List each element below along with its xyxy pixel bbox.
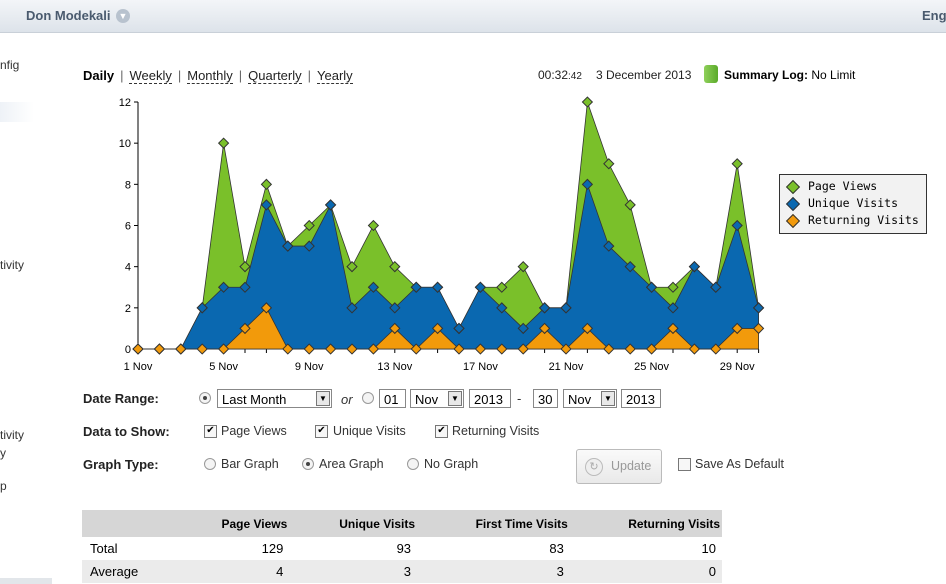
y-tick-label: 2 <box>125 303 131 315</box>
returning-visits-option[interactable]: Returning Visits <box>452 424 539 438</box>
x-tick-label: 5 Nov <box>209 361 238 373</box>
unique-visits-option[interactable]: Unique Visits <box>333 424 406 438</box>
table-cell: 0 <box>569 560 722 583</box>
chart-legend: Page Views Unique Visits Returning Visit… <box>779 174 927 234</box>
stats-header-first-time-visits: First Time Visits <box>417 510 570 537</box>
y-tick-label: 12 <box>119 97 131 109</box>
area-graph-radio[interactable] <box>302 458 314 470</box>
chevron-down-icon[interactable]: ▼ <box>448 391 462 406</box>
stats-header-blank <box>82 510 177 537</box>
y-tick-label: 10 <box>119 138 131 150</box>
page-views-checkbox[interactable]: ✔ <box>204 425 217 438</box>
to-year-input[interactable]: 2013 <box>621 389 661 408</box>
legend-item-unique-visits: Unique Visits <box>785 195 899 211</box>
chevron-down-icon[interactable]: ▼ <box>601 391 615 406</box>
from-month-value: Nov <box>415 392 439 407</box>
range-preset-value: Last Month <box>222 392 287 407</box>
x-tick-label: 13 Nov <box>377 361 412 373</box>
no-graph-option[interactable]: No Graph <box>424 457 478 471</box>
table-cell: 4 <box>176 560 290 583</box>
save-default-checkbox[interactable] <box>678 458 691 471</box>
table-cell: Total <box>90 541 118 556</box>
table-cell: 3 <box>417 560 570 583</box>
legend-item-page-views: Page Views <box>785 178 878 194</box>
y-tick-label: 6 <box>125 221 131 233</box>
to-month-value: Nov <box>568 392 592 407</box>
range-dash: - <box>517 391 522 406</box>
legend-swatch-returning-visits <box>785 213 801 228</box>
area-graph-option[interactable]: Area Graph <box>319 457 384 471</box>
table-cell: Average <box>82 560 177 583</box>
table-cell: 129 <box>261 541 284 556</box>
stats-table: Page Views Unique Visits First Time Visi… <box>82 510 722 583</box>
data-point <box>581 96 594 108</box>
table-cell: 93 <box>396 541 412 556</box>
data-point <box>132 343 144 355</box>
traffic-area-chart: 0 2 4 6 8 10 12 1 Nov 5 Nov 9 Nov 13 Nov 17 Nov 21 N… <box>119 96 765 373</box>
bar-graph-option[interactable]: Bar Graph <box>221 457 279 471</box>
to-day-input[interactable]: 30 <box>533 389 558 408</box>
graph-type-label: Graph Type: <box>83 457 159 472</box>
update-button-label: Update <box>611 459 652 473</box>
table-cell: 10 <box>701 541 716 556</box>
data-to-show-label: Data to Show: <box>83 424 170 439</box>
refresh-icon: ↻ <box>585 458 603 476</box>
to-month-select[interactable]: Nov ▼ <box>563 389 617 408</box>
legend-swatch-page-views <box>785 179 801 194</box>
x-tick-label: 17 Nov <box>463 361 498 373</box>
data-point <box>153 343 166 355</box>
table-cell: 83 <box>549 541 564 556</box>
data-point <box>367 219 380 232</box>
stats-header-page-views: Page Views <box>176 510 290 537</box>
unique-visits-checkbox[interactable]: ✔ <box>315 425 328 438</box>
range-preset-select[interactable]: Last Month ▼ <box>217 389 332 408</box>
table-row: Average 4 3 3 0 <box>82 560 722 583</box>
from-month-select[interactable]: Nov ▼ <box>410 389 464 408</box>
y-tick-label: 8 <box>125 179 131 191</box>
legend-item-returning-visits: Returning Visits <box>785 212 919 228</box>
legend-swatch-unique-visits <box>785 196 801 211</box>
legend-label-unique-visits: Unique Visits <box>808 196 899 210</box>
data-point <box>731 158 743 170</box>
no-graph-radio[interactable] <box>407 458 419 470</box>
chevron-down-icon[interactable]: ▼ <box>316 391 330 406</box>
range-preset-radio[interactable] <box>199 392 211 404</box>
x-tick-label: 25 Nov <box>634 361 669 373</box>
table-cell: 3 <box>289 560 418 583</box>
update-button[interactable]: ↻ Update <box>576 449 662 484</box>
y-tick-label: 4 <box>125 262 131 274</box>
legend-label-returning-visits: Returning Visits <box>808 213 919 227</box>
date-range-label: Date Range: <box>83 391 159 406</box>
y-tick-label: 0 <box>125 344 131 356</box>
range-custom-radio[interactable] <box>362 392 374 404</box>
stats-header-row: Page Views Unique Visits First Time Visi… <box>82 510 722 537</box>
legend-label-page-views: Page Views <box>808 179 878 193</box>
from-year-input[interactable]: 2013 <box>469 389 511 408</box>
x-tick-label: 21 Nov <box>549 361 584 373</box>
returning-visits-checkbox[interactable]: ✔ <box>435 425 448 438</box>
table-row: Total 129 93 83 10 <box>82 537 722 560</box>
data-point <box>260 178 273 190</box>
x-tick-label: 9 Nov <box>295 361 324 373</box>
data-point <box>217 137 230 149</box>
stats-header-unique-visits: Unique Visits <box>289 510 418 537</box>
from-day-input[interactable]: 01 <box>379 389 406 408</box>
save-default-option[interactable]: Save As Default <box>695 457 784 471</box>
bar-graph-radio[interactable] <box>204 458 216 470</box>
x-tick-label: 1 Nov <box>124 361 153 373</box>
or-text: or <box>341 392 353 407</box>
x-tick-label: 29 Nov <box>720 361 755 373</box>
page-views-option[interactable]: Page Views <box>221 424 287 438</box>
stats-header-returning-visits: Returning Visits <box>569 510 722 537</box>
